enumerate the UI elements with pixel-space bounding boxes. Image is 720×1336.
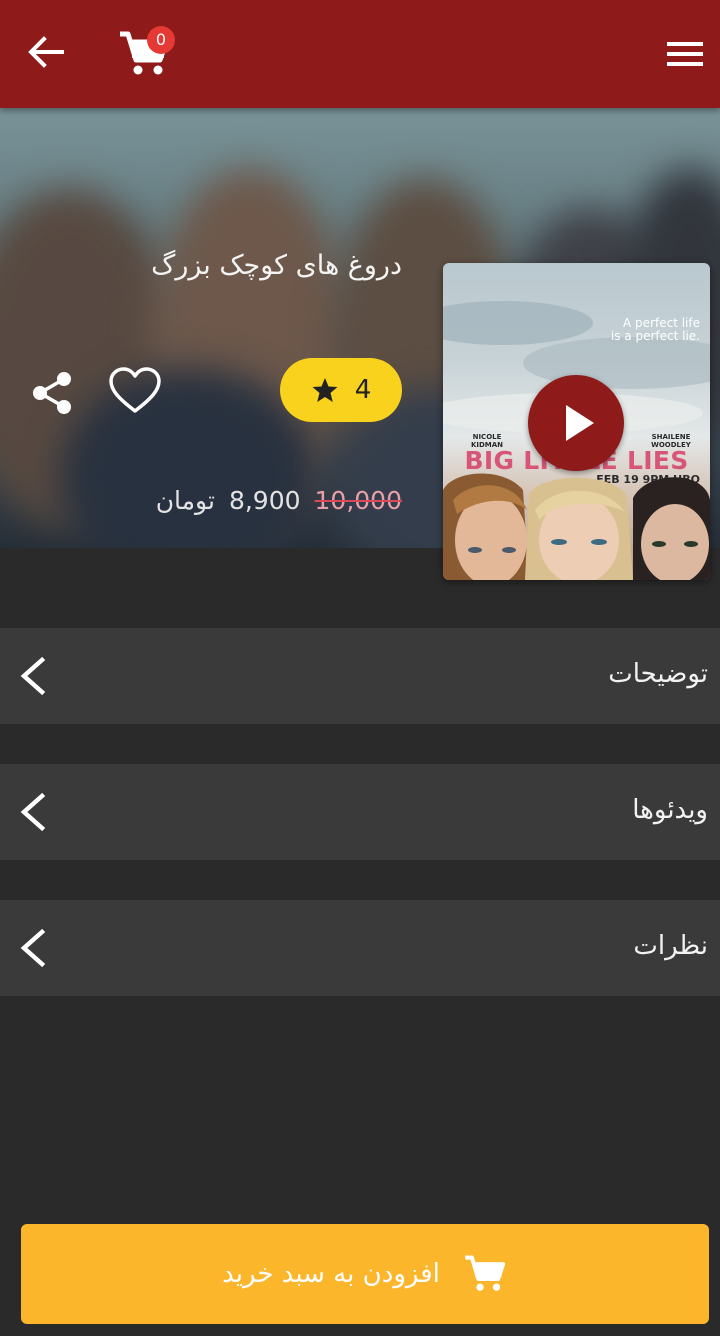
section-label: توضیحات	[608, 659, 708, 689]
poster-faces	[443, 473, 710, 580]
share-icon[interactable]	[30, 370, 76, 416]
section-label: ویدئوها	[632, 795, 708, 825]
add-to-cart-button[interactable]: افزودن به سبد خرید	[21, 1224, 709, 1324]
product-page: 0 دروغ های کوچک بزرگ 4 10,000 8,900 توما…	[0, 0, 720, 1336]
section-comments[interactable]: نظرات	[0, 900, 720, 996]
currency-label: تومان	[155, 485, 215, 515]
product-title: دروغ های کوچک بزرگ	[151, 250, 402, 281]
chevron-left-icon	[20, 928, 46, 968]
chevron-left-icon	[20, 792, 46, 832]
old-price: 10,000	[314, 485, 402, 515]
play-icon	[566, 405, 594, 441]
cart-count-badge: 0	[147, 26, 175, 54]
app-bar: 0	[0, 0, 720, 108]
poster-tagline: A perfect life is a perfect lie.	[610, 316, 700, 343]
chevron-left-icon	[20, 656, 46, 696]
heart-outline-icon[interactable]	[108, 366, 162, 416]
poster-image[interactable]: A perfect life is a perfect lie. NICOLE …	[443, 263, 710, 580]
section-description[interactable]: توضیحات	[0, 628, 720, 724]
back-arrow-icon[interactable]	[22, 28, 70, 76]
play-button[interactable]	[528, 375, 624, 471]
add-to-cart-label: افزودن به سبد خرید	[222, 1259, 440, 1289]
new-price: 8,900	[228, 485, 301, 515]
rating-value: 4	[354, 375, 372, 405]
price-row: 10,000 8,900 تومان	[140, 478, 402, 522]
hamburger-menu-icon[interactable]	[662, 34, 708, 74]
add-to-cart-icon	[465, 1255, 506, 1291]
section-label: نظرات	[633, 931, 708, 961]
rating-badge: 4	[280, 358, 402, 422]
section-videos[interactable]: ویدئوها	[0, 764, 720, 860]
star-icon	[312, 378, 338, 402]
